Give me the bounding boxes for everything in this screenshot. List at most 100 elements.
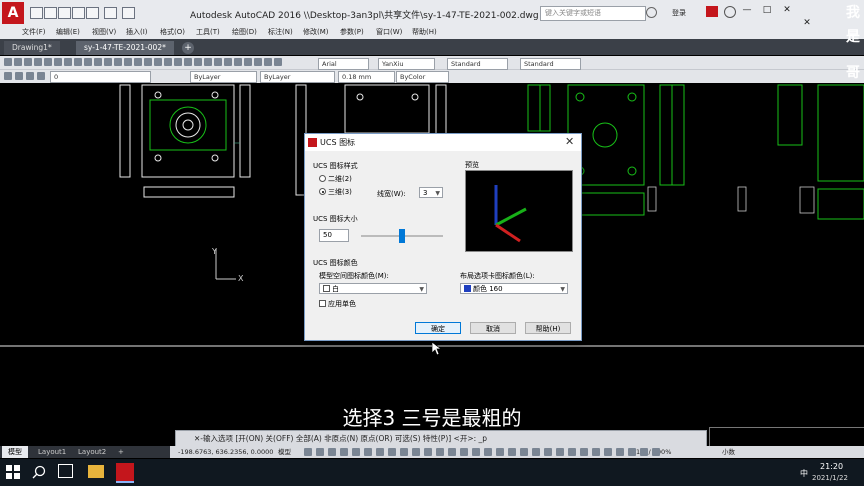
toolbar-tool-icon-18[interactable] bbox=[174, 58, 182, 66]
status-toggle-icon-8[interactable] bbox=[388, 448, 396, 456]
status-toggle-icon-21[interactable] bbox=[544, 448, 552, 456]
toolbar-tool-icon-6[interactable] bbox=[54, 58, 62, 66]
status-toggle-icon-12[interactable] bbox=[436, 448, 444, 456]
dim-style-combo[interactable]: YanXiu bbox=[378, 58, 435, 70]
menu-modify[interactable]: 修改(M) bbox=[303, 27, 329, 37]
toolbar-tool-icon-23[interactable] bbox=[224, 58, 232, 66]
status-toggle-icon-23[interactable] bbox=[568, 448, 576, 456]
toolbar-tool-icon-19[interactable] bbox=[184, 58, 192, 66]
tab-drawing1[interactable]: Drawing1* bbox=[4, 41, 60, 55]
minimize-button[interactable]: — bbox=[742, 5, 752, 15]
search-icon[interactable] bbox=[32, 465, 46, 479]
status-toggle-icon-19[interactable] bbox=[520, 448, 528, 456]
quick-access-dropdown-icon[interactable] bbox=[122, 7, 135, 19]
linewidth-select[interactable]: 3 ▼ bbox=[419, 187, 443, 198]
layer-combo[interactable]: 0 bbox=[50, 71, 151, 83]
menu-format[interactable]: 格式(O) bbox=[160, 27, 185, 37]
dialog-close-button[interactable]: ✕ bbox=[565, 135, 574, 148]
model-space-toggle[interactable]: 模型 bbox=[278, 446, 291, 458]
toolbar-tool-icon-4[interactable] bbox=[34, 58, 42, 66]
toolbar-tool-icon-11[interactable] bbox=[104, 58, 112, 66]
toolbar-tool-icon-22[interactable] bbox=[214, 58, 222, 66]
menu-window[interactable]: 窗口(W) bbox=[376, 27, 402, 37]
menu-file[interactable]: 文件(F) bbox=[22, 27, 46, 37]
status-toggle-icon-16[interactable] bbox=[484, 448, 492, 456]
toolbar-tool-icon-17[interactable] bbox=[164, 58, 172, 66]
menu-parametric[interactable]: 参数(P) bbox=[340, 27, 364, 37]
status-toggle-icon-29[interactable] bbox=[640, 448, 648, 456]
menu-insert[interactable]: 插入(I) bbox=[126, 27, 148, 37]
open-file-icon[interactable] bbox=[44, 7, 57, 19]
toolbar-tool-icon-5[interactable] bbox=[44, 58, 52, 66]
status-toggle-icon-9[interactable] bbox=[400, 448, 408, 456]
status-toggle-icon-25[interactable] bbox=[592, 448, 600, 456]
size-input[interactable]: 50 bbox=[319, 229, 349, 242]
toolbar-tool-icon-9[interactable] bbox=[84, 58, 92, 66]
clock-time[interactable]: 21:20 bbox=[820, 462, 843, 471]
sign-in-link[interactable]: 登录 bbox=[672, 8, 686, 18]
plotstyle-combo[interactable]: ByColor bbox=[396, 71, 449, 83]
layer-tool-icon-4[interactable] bbox=[37, 72, 45, 80]
style-2d-radio[interactable]: 二维(2) bbox=[319, 174, 352, 184]
new-file-icon[interactable] bbox=[30, 7, 43, 19]
windows-start-icon[interactable] bbox=[6, 465, 20, 479]
multileader-style-combo[interactable]: Standard bbox=[520, 58, 581, 70]
toolbar-tool-icon-14[interactable] bbox=[134, 58, 142, 66]
clock-date[interactable]: 2021/1/22 bbox=[812, 474, 848, 482]
units-display[interactable]: 小数 bbox=[722, 446, 735, 458]
status-toggle-icon-18[interactable] bbox=[508, 448, 516, 456]
toolbar-tool-icon-20[interactable] bbox=[194, 58, 202, 66]
command-line[interactable]: ✕-输入选项 [开(ON) 关(OFF) 全部(A) 非原点(N) 原点(OR)… bbox=[175, 430, 707, 447]
color-combo[interactable]: ByLayer bbox=[190, 71, 257, 83]
ok-button[interactable]: 确定 bbox=[415, 322, 461, 334]
help-button[interactable]: 帮助(H) bbox=[525, 322, 571, 334]
radio-3d[interactable] bbox=[319, 188, 326, 195]
status-toggle-icon-2[interactable] bbox=[316, 448, 324, 456]
status-toggle-icon-27[interactable] bbox=[616, 448, 624, 456]
toolbar-tool-icon-25[interactable] bbox=[244, 58, 252, 66]
toolbar-tool-icon-16[interactable] bbox=[154, 58, 162, 66]
menu-tools[interactable]: 工具(T) bbox=[196, 27, 220, 37]
tab-layout2[interactable]: Layout2 bbox=[72, 446, 112, 458]
toolbar-tool-icon-26[interactable] bbox=[254, 58, 262, 66]
menu-dimension[interactable]: 标注(N) bbox=[268, 27, 293, 37]
tab-current-drawing[interactable]: sy-1-47-TE-2021-002* bbox=[76, 41, 174, 55]
close-button[interactable]: ✕ bbox=[782, 5, 792, 15]
toolbar-tool-icon-13[interactable] bbox=[124, 58, 132, 66]
status-toggle-icon-28[interactable] bbox=[628, 448, 636, 456]
task-view-icon[interactable] bbox=[58, 464, 73, 478]
toolbar-tool-icon-28[interactable] bbox=[274, 58, 282, 66]
undo-icon[interactable] bbox=[86, 7, 99, 19]
toolbar-tool-icon-7[interactable] bbox=[64, 58, 72, 66]
maximize-button[interactable]: □ bbox=[762, 5, 772, 15]
apply-mono-checkbox[interactable]: 应用单色 bbox=[319, 299, 356, 309]
autocad-taskbar-icon[interactable] bbox=[116, 463, 134, 483]
save-as-icon[interactable] bbox=[72, 7, 85, 19]
save-icon[interactable] bbox=[58, 7, 71, 19]
new-tab-button[interactable]: + bbox=[182, 42, 194, 54]
status-toggle-icon-30[interactable] bbox=[652, 448, 660, 456]
style-3d-radio[interactable]: 三维(3) bbox=[319, 187, 352, 197]
size-slider-thumb[interactable] bbox=[399, 229, 405, 243]
status-toggle-icon-1[interactable] bbox=[304, 448, 312, 456]
status-toggle-icon-11[interactable] bbox=[424, 448, 432, 456]
status-toggle-icon-7[interactable] bbox=[376, 448, 384, 456]
status-toggle-icon-15[interactable] bbox=[472, 448, 480, 456]
user-icon[interactable] bbox=[646, 7, 657, 18]
redo-icon[interactable] bbox=[104, 7, 117, 19]
ime-indicator[interactable]: 中 bbox=[800, 468, 808, 479]
tab-add-layout[interactable]: + bbox=[112, 446, 130, 458]
autodesk-app-icon[interactable] bbox=[706, 6, 718, 17]
status-toggle-icon-5[interactable] bbox=[352, 448, 360, 456]
text-style-combo[interactable]: Arial bbox=[318, 58, 369, 70]
status-toggle-icon-10[interactable] bbox=[412, 448, 420, 456]
help-icon[interactable] bbox=[724, 6, 736, 18]
search-input[interactable]: 键入关键字或短语 bbox=[540, 6, 646, 21]
lineweight-combo[interactable]: 0.18 mm bbox=[338, 71, 395, 83]
status-toggle-icon-3[interactable] bbox=[328, 448, 336, 456]
cancel-button[interactable]: 取消 bbox=[470, 322, 516, 334]
autocad-logo-icon[interactable]: A bbox=[2, 2, 24, 24]
status-toggle-icon-22[interactable] bbox=[556, 448, 564, 456]
toolbar-tool-icon-10[interactable] bbox=[94, 58, 102, 66]
toolbar-tool-icon-21[interactable] bbox=[204, 58, 212, 66]
